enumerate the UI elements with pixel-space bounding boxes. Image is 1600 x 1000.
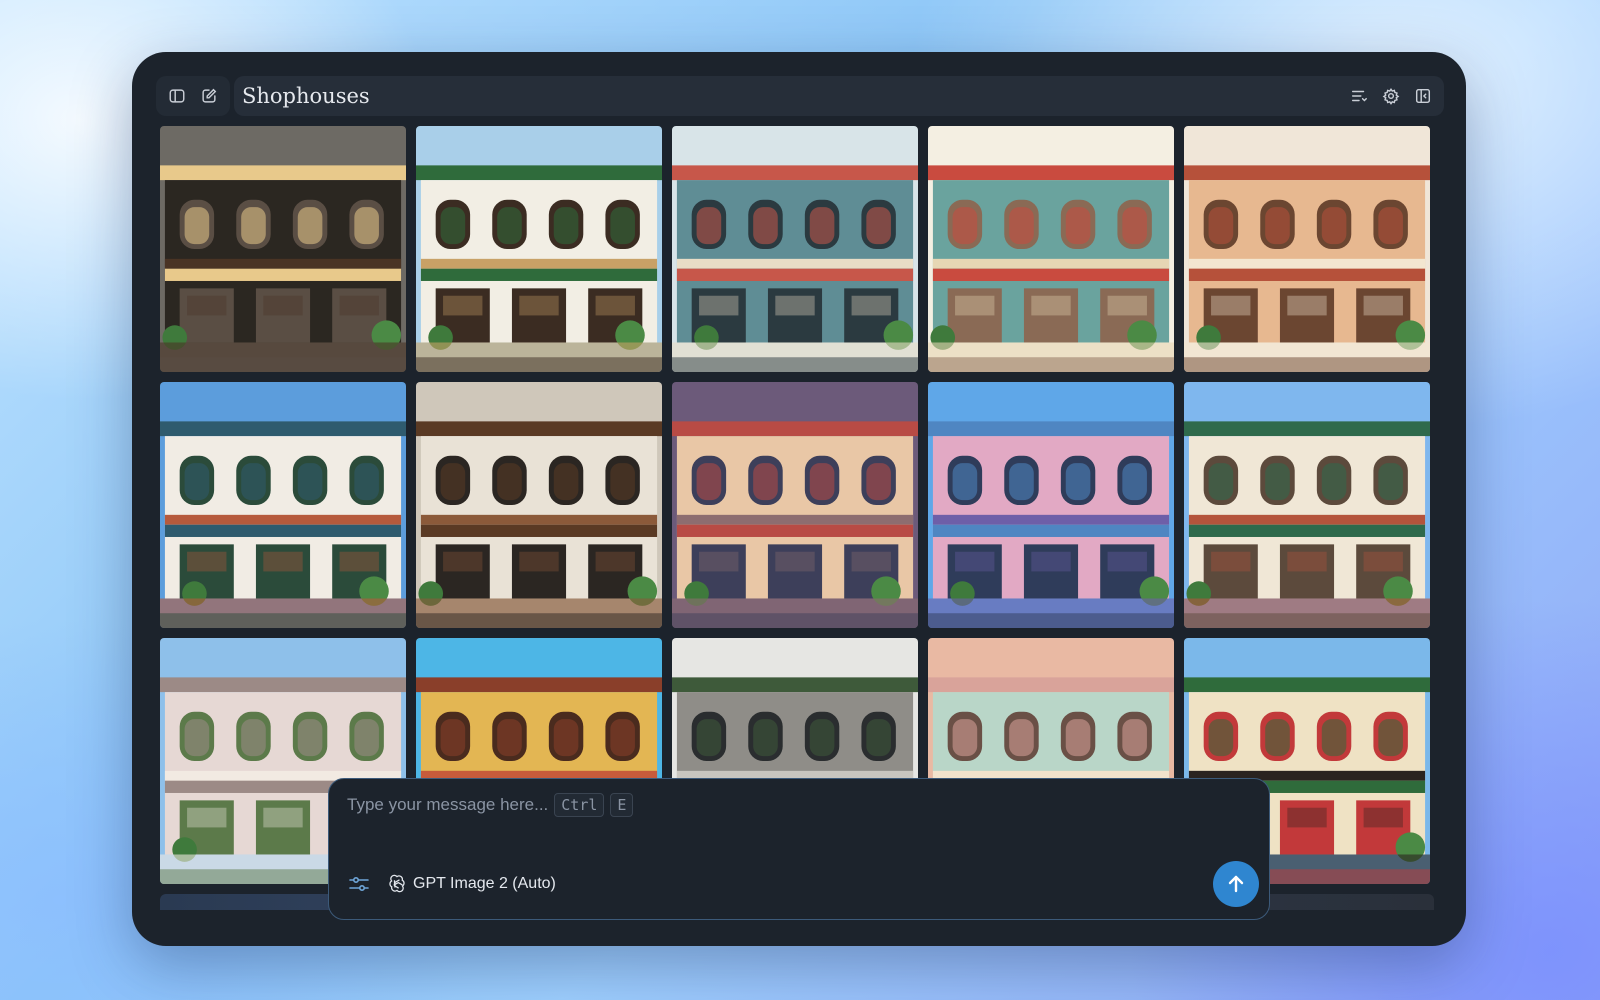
shophouse-image — [1184, 382, 1430, 628]
openai-icon — [387, 874, 407, 894]
top-bar: Shophouses — [156, 76, 1444, 116]
shophouse-image — [672, 126, 918, 372]
left-controls — [156, 76, 230, 116]
gear-icon[interactable] — [1380, 85, 1402, 107]
shophouse-image — [928, 382, 1174, 628]
message-placeholder: Type your message here... — [347, 795, 549, 814]
tile-1-1[interactable] — [160, 126, 406, 372]
panel-icon[interactable] — [1412, 85, 1434, 107]
tile-1-2[interactable] — [416, 126, 662, 372]
image-gallery — [160, 126, 1430, 884]
shortcut-key-ctrl: Ctrl — [554, 793, 605, 817]
tile-2-2[interactable] — [416, 382, 662, 628]
tile-2-3[interactable] — [672, 382, 918, 628]
arrow-up-icon — [1228, 875, 1244, 893]
page-title: Shophouses — [242, 84, 370, 108]
shophouse-image — [1184, 126, 1430, 372]
tile-2-1[interactable] — [160, 382, 406, 628]
app-window: Shophouses Type your message here... Ctr… — [132, 52, 1466, 946]
list-icon[interactable] — [1348, 85, 1370, 107]
tile-1-4[interactable] — [928, 126, 1174, 372]
tile-1-3[interactable] — [672, 126, 918, 372]
tile-1-5[interactable] — [1184, 126, 1430, 372]
shophouse-image — [416, 126, 662, 372]
shophouse-image — [416, 382, 662, 628]
message-composer: Type your message here... Ctrl E GPT Ima… — [328, 778, 1270, 920]
new-chat-icon[interactable] — [198, 85, 220, 107]
tile-2-5[interactable] — [1184, 382, 1430, 628]
shortcut-key-e: E — [610, 793, 634, 817]
composer-actions: GPT Image 2 (Auto) — [347, 861, 1259, 907]
shophouse-image — [672, 382, 918, 628]
shophouse-image — [160, 126, 406, 372]
sliders-icon[interactable] — [347, 872, 371, 896]
model-selector[interactable]: GPT Image 2 (Auto) — [387, 874, 556, 894]
shophouse-image — [928, 126, 1174, 372]
shophouse-image — [160, 382, 406, 628]
sidebar-toggle-icon[interactable] — [166, 85, 188, 107]
tile-2-4[interactable] — [928, 382, 1174, 628]
send-button[interactable] — [1213, 861, 1259, 907]
title-bar: Shophouses — [234, 76, 1444, 116]
toolbar-right — [1348, 85, 1434, 107]
message-input[interactable]: Type your message here... Ctrl E — [347, 793, 634, 817]
model-label: GPT Image 2 (Auto) — [413, 875, 556, 892]
